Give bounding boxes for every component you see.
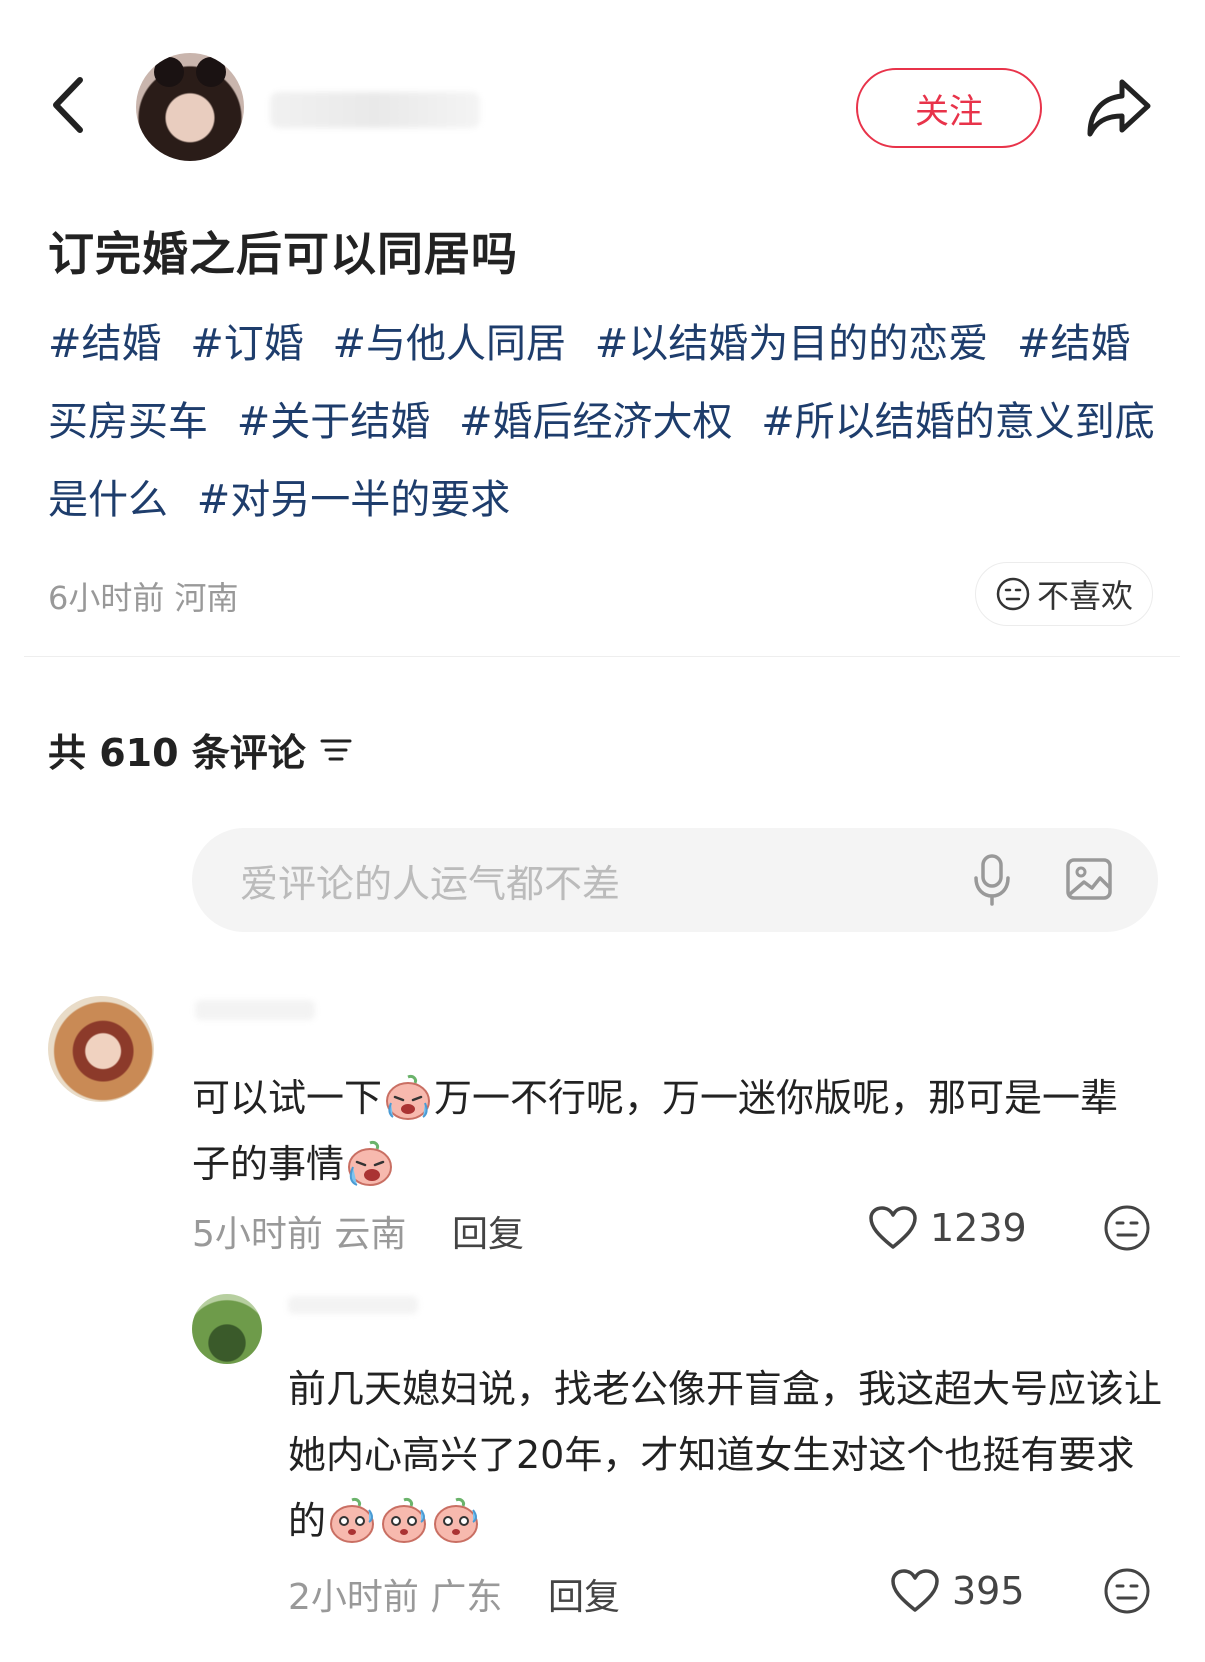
tag-link[interactable]: #对另一半的要求	[197, 477, 511, 523]
comment-count-header: 共 610 条评论	[48, 722, 352, 777]
comment-time-location: 2小时前 广东	[288, 1577, 503, 1618]
tag-link[interactable]: #订婚	[190, 321, 304, 367]
comment-text: 前几天媳妇说，找老公像开盲盒，我这超大号应该让她内心高兴了20年，才知道女生对这…	[288, 1356, 1168, 1554]
neutral-face-icon	[1104, 1568, 1150, 1614]
post-tags: #结婚 #订婚 #与他人同居 #以结婚为目的的恋爱 #结婚买房买车 #关于结婚 …	[48, 305, 1168, 539]
post-time-location: 6小时前 河南	[48, 579, 239, 617]
commenter-name-blurred	[288, 1296, 418, 1314]
tag-link[interactable]: #与他人同居	[332, 321, 566, 367]
back-button[interactable]	[40, 70, 100, 140]
reply-button[interactable]: 回复	[548, 1568, 620, 1620]
like-count: 395	[952, 1569, 1025, 1613]
comment-count-label: 共 610 条评论	[48, 731, 306, 775]
sort-icon[interactable]	[320, 737, 352, 763]
sweating-peach-emoji-icon	[382, 1498, 427, 1543]
like-button[interactable]: 395	[890, 1568, 1025, 1614]
neutral-face-icon	[1104, 1205, 1150, 1251]
dislike-comment-button[interactable]	[1102, 1566, 1152, 1616]
dislike-comment-button[interactable]	[1102, 1203, 1152, 1253]
heart-icon	[869, 1206, 917, 1249]
follow-button[interactable]: 关注	[856, 68, 1042, 148]
like-button[interactable]: 1239	[868, 1205, 1027, 1251]
like-count: 1239	[930, 1206, 1027, 1250]
sobbing-peach-emoji-icon	[348, 1141, 393, 1186]
commenter-avatar[interactable]	[48, 996, 154, 1102]
comment-time-location: 5小时前 云南	[192, 1214, 407, 1255]
dislike-label: 不喜欢	[1036, 577, 1133, 615]
divider	[24, 656, 1180, 657]
tag-link[interactable]: #结婚	[48, 321, 162, 367]
microphone-icon[interactable]	[972, 852, 1012, 908]
comment-input[interactable]: 爱评论的人运气都不差	[192, 828, 1158, 932]
image-icon[interactable]	[1064, 854, 1114, 904]
comment-text-part: 可以试一下	[192, 1076, 383, 1120]
tag-link[interactable]: #婚后经济大权	[459, 399, 733, 445]
commenter-avatar[interactable]	[192, 1294, 262, 1364]
tag-link[interactable]: #以结婚为目的的恋爱	[595, 321, 989, 367]
author-avatar[interactable]	[136, 53, 244, 161]
post-title: 订完婚之后可以同居吗	[48, 227, 518, 281]
tag-link[interactable]: #关于结婚	[237, 399, 431, 445]
neutral-face-icon	[996, 577, 1030, 611]
comment-input-placeholder: 爱评论的人运气都不差	[240, 861, 621, 906]
crying-peach-emoji-icon	[386, 1075, 431, 1120]
sweating-peach-emoji-icon	[434, 1498, 479, 1543]
share-icon	[1087, 79, 1151, 137]
reply-button[interactable]: 回复	[452, 1205, 524, 1257]
dislike-button[interactable]: 不喜欢	[975, 562, 1153, 626]
sweating-peach-emoji-icon	[330, 1498, 375, 1543]
back-arrow-icon	[53, 77, 83, 133]
comment-text: 可以试一下 万一不行呢，万一迷你版呢，那可是一辈子的事情	[192, 1065, 1152, 1197]
share-button[interactable]	[1082, 72, 1156, 142]
commenter-name-blurred	[195, 1000, 315, 1020]
author-name-blurred	[270, 92, 480, 128]
heart-icon	[891, 1569, 939, 1612]
